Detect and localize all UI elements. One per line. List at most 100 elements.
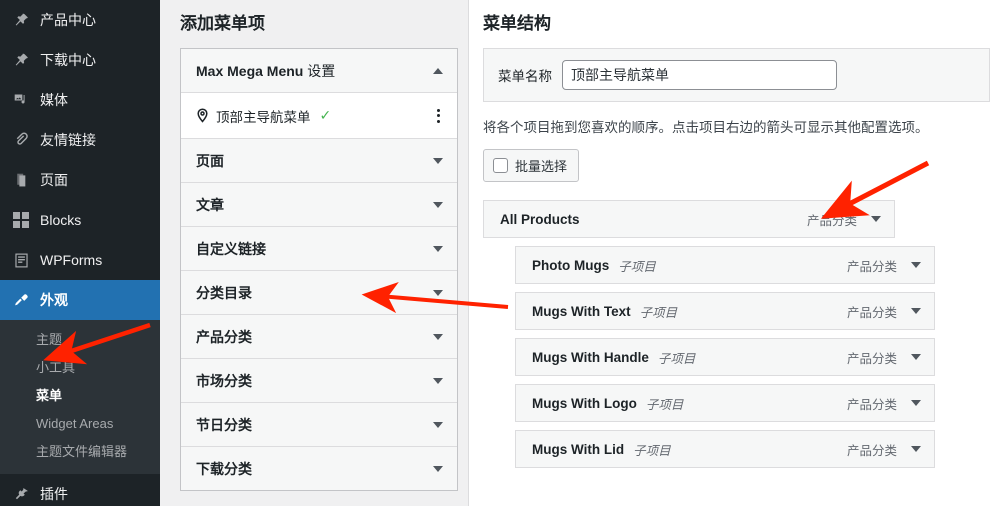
sidebar-item-wpforms[interactable]: WPForms bbox=[0, 240, 160, 280]
chevron-down-icon[interactable] bbox=[433, 201, 443, 208]
chevron-down-icon[interactable] bbox=[911, 262, 921, 269]
menu-item-type: 产品分类 bbox=[806, 213, 857, 228]
chevron-down-icon[interactable] bbox=[433, 157, 443, 164]
menu-structure-panel: 菜单结构 菜单名称 将各个项目拖到您喜欢的顺序。点击项目右边的箭头可显示其他配置… bbox=[468, 0, 990, 506]
chevron-down-icon[interactable] bbox=[911, 354, 921, 361]
accordion-label: 页面 bbox=[196, 152, 224, 169]
chevron-down-icon[interactable] bbox=[433, 333, 443, 340]
menu-item-title: All Products bbox=[500, 211, 580, 227]
accordion-header[interactable]: 文章 bbox=[181, 183, 457, 226]
chevron-down-icon[interactable] bbox=[433, 421, 443, 428]
chevron-down-icon[interactable] bbox=[433, 245, 443, 252]
menu-item-sub-label: 子项目 bbox=[645, 397, 684, 412]
sidebar-item-appearance[interactable]: 外观 bbox=[0, 280, 168, 320]
accordion-section-market-categories[interactable]: 市场分类 bbox=[181, 359, 457, 404]
accordion-label: 下载分类 bbox=[196, 460, 252, 477]
sidebar-subitem-menus[interactable]: 菜单 bbox=[0, 382, 160, 410]
menu-item-sub-label: 子项目 bbox=[633, 443, 671, 458]
chevron-down-icon[interactable] bbox=[911, 400, 921, 407]
accordion-header[interactable]: 下载分类 bbox=[181, 447, 457, 490]
accordion-section-categories[interactable]: 分类目录 bbox=[181, 271, 457, 316]
sidebar-subitem-widget-areas[interactable]: Widget Areas bbox=[0, 410, 160, 438]
menu-item-row[interactable]: Mugs With Text 子项目 产品分类 bbox=[515, 292, 935, 331]
chevron-down-icon[interactable] bbox=[871, 216, 881, 223]
forms-icon bbox=[11, 250, 31, 270]
add-menu-items-title: 添加菜单项 bbox=[180, 14, 265, 33]
sidebar-subitem-theme-file-editor[interactable]: 主题文件编辑器 bbox=[0, 438, 160, 466]
sidebar-item-links[interactable]: 友情链接 bbox=[0, 120, 160, 160]
menu-item-sub-label: 子项目 bbox=[639, 305, 678, 320]
sidebar-item-pages[interactable]: 页面 bbox=[0, 160, 160, 200]
pin-icon bbox=[11, 10, 31, 30]
accordion-section-product-categories[interactable]: 产品分类 bbox=[181, 315, 457, 360]
menu-item-row[interactable]: Mugs With Logo 子项目 产品分类 bbox=[515, 384, 935, 423]
menu-item-title: Photo Mugs bbox=[532, 257, 610, 273]
check-icon: ✓ bbox=[319, 107, 332, 124]
accordion-header[interactable]: 市场分类 bbox=[181, 359, 457, 402]
sidebar-item-label: 外观 bbox=[40, 292, 68, 308]
accordion-section-max-mega-menu[interactable]: Max Mega Menu 设置 bbox=[181, 49, 457, 94]
vertical-dots-icon[interactable] bbox=[434, 107, 443, 125]
sidebar-subitem-themes[interactable]: 主题 bbox=[0, 326, 160, 354]
media-icon bbox=[11, 90, 31, 110]
sidebar-item-label: 产品中心 bbox=[40, 12, 96, 28]
accordion-header[interactable]: 页面 bbox=[181, 139, 457, 182]
menu-item-type: 产品分类 bbox=[846, 443, 897, 458]
menu-item-row-wrapper: Mugs With Logo 子项目 产品分类 bbox=[483, 384, 990, 423]
menu-name-input[interactable] bbox=[562, 60, 837, 91]
sidebar-item-plugins[interactable]: 插件 bbox=[0, 474, 160, 506]
sidebar-item-label: WPForms bbox=[40, 252, 103, 268]
accordion-section-custom-links[interactable]: 自定义链接 bbox=[181, 227, 457, 272]
bulk-select-checkbox[interactable] bbox=[493, 158, 508, 174]
sidebar-item-label: 页面 bbox=[40, 172, 68, 188]
accordion-header[interactable]: 产品分类 bbox=[181, 315, 457, 358]
chevron-up-icon[interactable] bbox=[433, 67, 443, 74]
accordion-section-holiday-categories[interactable]: 节日分类 bbox=[181, 403, 457, 448]
menu-location-line: 顶部主导航菜单 ✓ bbox=[181, 93, 457, 138]
menu-item-sub-label: 子项目 bbox=[657, 351, 696, 366]
menu-item-type: 产品分类 bbox=[846, 351, 897, 366]
menu-location-name: 顶部主导航菜单 bbox=[216, 109, 311, 125]
chevron-down-icon[interactable] bbox=[433, 465, 443, 472]
accordion-header[interactable]: 分类目录 bbox=[181, 271, 457, 314]
menu-structure-title: 菜单结构 bbox=[483, 14, 551, 33]
bulk-select-button[interactable]: 批量选择 bbox=[483, 149, 580, 183]
accordion-section-pages[interactable]: 页面 bbox=[181, 139, 457, 184]
menu-item-row[interactable]: Mugs With Lid 子项目 产品分类 bbox=[515, 430, 935, 469]
accordion-section-download-categories[interactable]: 下载分类 bbox=[181, 447, 457, 491]
chevron-down-icon[interactable] bbox=[911, 308, 921, 315]
menu-item-row-wrapper: Mugs With Text 子项目 产品分类 bbox=[483, 292, 990, 331]
accordion-header[interactable]: 自定义链接 bbox=[181, 227, 457, 270]
sidebar-item-blocks[interactable]: Blocks bbox=[0, 200, 160, 240]
menu-items-list: All Products 产品分类 Photo Mugs 子项目 产品分类 Mu… bbox=[469, 182, 990, 469]
sidebar-subitem-widgets[interactable]: 小工具 bbox=[0, 354, 160, 382]
sidebar-item-products[interactable]: 产品中心 bbox=[0, 0, 160, 40]
bulk-select-label: 批量选择 bbox=[515, 159, 568, 175]
chevron-down-icon[interactable] bbox=[433, 289, 443, 296]
menu-item-row[interactable]: Photo Mugs 子项目 产品分类 bbox=[515, 246, 935, 285]
accordion-section-posts[interactable]: 文章 bbox=[181, 183, 457, 228]
pages-icon bbox=[11, 170, 31, 190]
accordion-header[interactable]: 节日分类 bbox=[181, 403, 457, 446]
add-items-accordion: Max Mega Menu 设置 顶部主导航菜单 ✓ 页面 文章 自定义链接 分… bbox=[180, 48, 458, 492]
appearance-brush-icon bbox=[11, 290, 31, 310]
menu-item-row[interactable]: Mugs With Handle 子项目 产品分类 bbox=[515, 338, 935, 377]
accordion-label: 文章 bbox=[196, 196, 224, 213]
menu-item-sub-label: 子项目 bbox=[618, 259, 656, 274]
menu-item-type: 产品分类 bbox=[846, 259, 897, 274]
accordion-label: 市场分类 bbox=[196, 372, 252, 389]
drag-hint-text: 将各个项目拖到您喜欢的顺序。点击项目右边的箭头可显示其他配置选项。 bbox=[483, 120, 929, 136]
sidebar-item-media[interactable]: 媒体 bbox=[0, 80, 160, 120]
chevron-down-icon[interactable] bbox=[911, 446, 921, 453]
sidebar-item-label: Blocks bbox=[40, 212, 82, 228]
appearance-submenu: 主题 小工具 菜单 Widget Areas 主题文件编辑器 bbox=[0, 320, 160, 474]
menu-item-type: 产品分类 bbox=[846, 397, 897, 412]
accordion-label: 产品分类 bbox=[196, 328, 252, 345]
accordion-header[interactable]: Max Mega Menu 设置 bbox=[181, 49, 457, 92]
menu-item-row-wrapper: All Products 产品分类 bbox=[483, 200, 990, 239]
menu-item-row-wrapper: Mugs With Handle 子项目 产品分类 bbox=[483, 338, 990, 377]
chevron-down-icon[interactable] bbox=[433, 377, 443, 384]
admin-sidebar: 产品中心 下载中心 媒体 友情链接 页面 Blocks WPForms 外观 主… bbox=[0, 0, 168, 506]
sidebar-item-downloads[interactable]: 下载中心 bbox=[0, 40, 160, 80]
menu-item-row[interactable]: All Products 产品分类 bbox=[483, 200, 895, 239]
